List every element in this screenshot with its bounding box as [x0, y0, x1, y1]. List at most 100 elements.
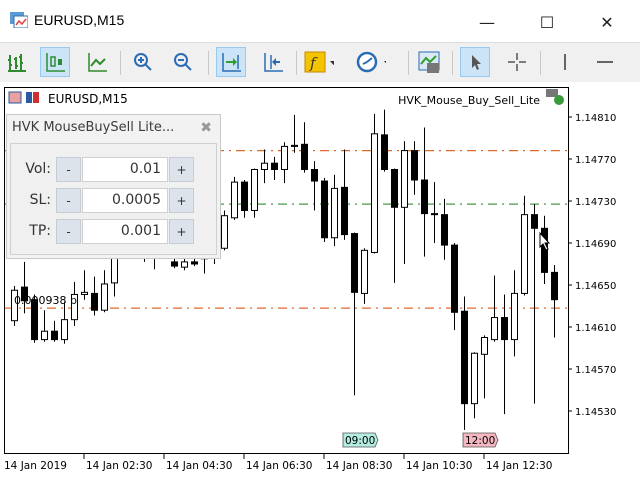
candle-body: [81, 291, 88, 295]
candle-body: [551, 271, 558, 301]
candle: [321, 177, 328, 242]
periods-button[interactable]: [356, 47, 386, 77]
crosshair-button[interactable]: [502, 47, 532, 77]
time-label: 14 Jan 2019: [4, 460, 67, 472]
candlesticks-button[interactable]: [40, 47, 70, 77]
close-button[interactable]: ✕: [584, 8, 630, 36]
candle-body: [301, 143, 308, 170]
candle-body: [501, 317, 508, 341]
expert-name: HVK_Mouse_Buy_Sell_Lite: [398, 94, 540, 107]
time-label: 14 Jan 12:30: [486, 460, 552, 472]
title-bar: EURUSD,M15 — ☐ ✕: [0, 0, 640, 42]
candle-body: [51, 330, 58, 341]
candle-body: [361, 249, 368, 294]
time-flag[interactable]: 09:00: [342, 432, 379, 448]
candle-body: [511, 292, 518, 341]
time-label: 14 Jan 04:30: [166, 460, 232, 472]
candle: [221, 210, 228, 251]
stop-loss-increase-button[interactable]: +: [169, 188, 194, 213]
indicators-button[interactable]: f: [304, 47, 334, 77]
auto-scroll-button[interactable]: [216, 47, 246, 77]
auto-scroll-icon: [222, 53, 241, 72]
zoom-in-button[interactable]: [128, 47, 158, 77]
candle-body: [431, 213, 438, 216]
price-tick-label: 1.14530: [575, 407, 616, 418]
line-chart-icon: [88, 53, 107, 72]
candle-body: [41, 330, 48, 341]
time-label: 14 Jan 06:30: [246, 460, 312, 472]
volume-input[interactable]: 0.01: [82, 157, 168, 182]
candle-body: [281, 145, 288, 171]
candle-body: [91, 292, 98, 311]
horizontal-line-button[interactable]: [590, 47, 620, 77]
candle-body: [421, 179, 428, 215]
stop-loss-row: SL: - 0.0005 +: [11, 188, 218, 214]
bar-chart-button[interactable]: [2, 47, 32, 77]
candle-body: [271, 162, 278, 170]
chart-toolbar: f: [0, 42, 640, 82]
zoom-out-button[interactable]: [168, 47, 198, 77]
chart-shift-icon: [264, 53, 283, 72]
time-flag[interactable]: 12:00: [462, 432, 499, 448]
one-click-trading-icon[interactable]: [8, 91, 22, 104]
market-depth-icon[interactable]: [26, 92, 32, 103]
candle: [371, 113, 378, 254]
candle-body: [441, 214, 448, 246]
candle-body: [491, 317, 498, 341]
volume-decrease-button[interactable]: -: [56, 157, 81, 182]
candle: [231, 176, 238, 220]
price-tick-label: 1.14690: [575, 239, 616, 250]
candle-body: [341, 186, 348, 236]
volume-label: Vol:: [25, 161, 51, 177]
stop-loss-input[interactable]: 0.0005: [82, 188, 168, 213]
price-tick-label: 1.14610: [575, 323, 616, 334]
chart-shift-button[interactable]: [258, 47, 288, 77]
horizontal-line-icon: [597, 61, 613, 63]
cursor-button[interactable]: [460, 47, 490, 77]
candle-body: [321, 180, 328, 239]
price-tick-label: 1.14810: [575, 113, 616, 124]
candle-body: [541, 227, 548, 273]
volume-row: Vol: - 0.01 +: [11, 157, 218, 183]
panel-title: HVK MouseBuySell Lite...: [12, 120, 175, 135]
take-profit-row: TP: - 0.001 +: [11, 219, 218, 245]
maximize-button[interactable]: ☐: [524, 8, 570, 36]
bar-chart-icon: [8, 54, 26, 72]
price-tick-label: 1.14570: [575, 365, 616, 376]
trade-panel[interactable]: HVK MouseBuySell Lite... ✖ Vol: - 0.01 +…: [6, 114, 221, 259]
panel-close-icon[interactable]: ✖: [200, 120, 212, 136]
line-chart-button[interactable]: [82, 47, 112, 77]
time-flag-label: 09:00: [345, 435, 375, 447]
volume-increase-button[interactable]: +: [169, 157, 194, 182]
candle-body: [241, 181, 248, 211]
take-profit-input[interactable]: 0.001: [82, 219, 168, 244]
candle-body: [251, 169, 258, 211]
clock-icon: [356, 51, 386, 73]
zoom-in-icon: [134, 53, 152, 71]
stop-loss-decrease-button[interactable]: -: [56, 188, 81, 213]
vertical-line-button[interactable]: [550, 47, 580, 77]
candle: [251, 168, 258, 218]
take-profit-label: TP:: [29, 223, 51, 239]
cursor-icon: [472, 55, 481, 70]
take-profit-increase-button[interactable]: +: [169, 219, 194, 244]
crosshair-icon: [508, 53, 526, 71]
vertical-line-icon: [564, 54, 566, 70]
candle-body: [451, 244, 458, 313]
stop-loss-label: SL:: [29, 192, 51, 208]
templates-button[interactable]: [414, 47, 444, 77]
take-profit-decrease-button[interactable]: -: [56, 219, 81, 244]
candle-body: [221, 215, 228, 249]
candle-body: [191, 261, 198, 265]
candle-body: [531, 214, 538, 229]
candle-body: [371, 133, 378, 253]
indicators-icon: f: [304, 51, 334, 73]
window-title: EURUSD,M15: [34, 12, 125, 28]
candle-body: [411, 150, 418, 181]
candle-body: [481, 337, 488, 355]
minimize-button[interactable]: —: [464, 8, 510, 36]
candle-body: [101, 283, 108, 311]
candle-body: [171, 261, 178, 267]
candle-body: [351, 233, 358, 293]
candle-body: [401, 150, 408, 208]
